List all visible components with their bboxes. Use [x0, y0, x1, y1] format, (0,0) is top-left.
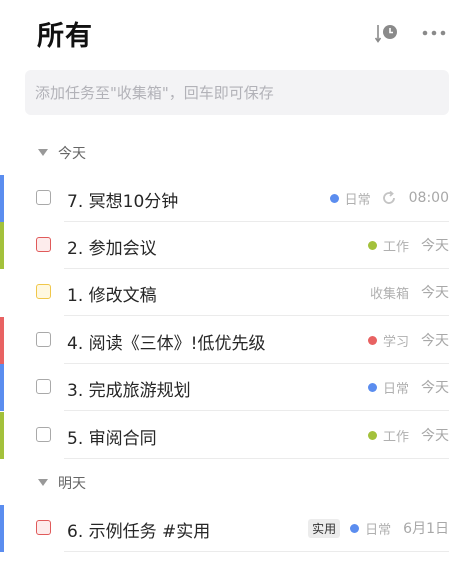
task-meta: 日常 今天 [367, 377, 449, 397]
task-title: 5. 审阅合同 [67, 429, 157, 449]
task-date: 今天 [421, 238, 449, 254]
more-button[interactable] [421, 20, 447, 46]
divider [64, 410, 449, 411]
task-date: 今天 [421, 428, 449, 444]
list-color-dot [367, 335, 377, 345]
task-meta: 日常 08:00 [329, 188, 449, 208]
task-meta: 工作 今天 [367, 235, 449, 255]
task-meta: 收集箱 今天 [370, 282, 449, 302]
task-title: 7. 冥想10分钟 [67, 192, 179, 212]
list-name: 学习 [382, 334, 409, 350]
task-title: 1. 修改文稿 [67, 286, 157, 306]
divider [64, 458, 449, 459]
divider [64, 315, 449, 316]
priority-bar [0, 412, 4, 459]
list-name: 工作 [382, 239, 409, 255]
task-checkbox[interactable] [36, 332, 51, 347]
priority-bar [0, 175, 4, 222]
task-date: 今天 [421, 285, 449, 301]
task-date: 08:00 [408, 190, 449, 206]
task-title: 3. 完成旅游规划 [67, 381, 191, 401]
section-label: 今天 [58, 146, 86, 162]
task-row[interactable]: 3. 完成旅游规划 日常 今天 [0, 364, 474, 411]
list-name: 工作 [382, 429, 409, 445]
more-horizontal-icon [422, 30, 446, 36]
task-checkbox[interactable] [36, 427, 51, 442]
list-name: 日常 [382, 381, 409, 397]
task-row[interactable]: 6. 示例任务 #实用 实用 日常 6月1日 [0, 505, 474, 552]
list-color-dot [367, 382, 377, 392]
section-label: 明天 [58, 476, 86, 492]
tag-badge[interactable]: 实用 [308, 518, 341, 538]
priority-bar [0, 364, 4, 411]
repeat-icon [381, 190, 397, 206]
task-row[interactable]: 5. 审阅合同 工作 今天 [0, 412, 474, 459]
task-row[interactable]: 2. 参加会议 工作 今天 [0, 222, 474, 269]
list-color-dot [367, 240, 377, 250]
task-date: 今天 [421, 380, 449, 396]
task-date: 今天 [421, 333, 449, 349]
list-name: 收集箱 [369, 286, 409, 302]
collapse-arrow-icon [38, 149, 48, 156]
divider [64, 551, 449, 552]
list-color-dot [329, 193, 339, 203]
header: 所有 [0, 0, 474, 66]
list-color-dot [350, 523, 360, 533]
task-meta: 工作 今天 [367, 425, 449, 445]
task-title: 2. 参加会议 [67, 239, 157, 259]
section-header-today[interactable]: 今天 [0, 141, 474, 165]
task-checkbox[interactable] [36, 379, 51, 394]
task-checkbox[interactable] [36, 190, 51, 205]
list-name: 日常 [365, 522, 392, 538]
priority-bar [0, 222, 4, 269]
page-title: 所有 [37, 21, 93, 52]
task-title: 4. 阅读《三体》!低优先级 [67, 334, 266, 354]
task-meta: 实用 日常 6月1日 [308, 518, 449, 538]
task-checkbox[interactable] [36, 237, 51, 252]
list-name: 日常 [344, 192, 371, 208]
add-task-input[interactable] [25, 70, 449, 115]
task-row[interactable]: 7. 冥想10分钟 日常 08:00 [0, 175, 474, 222]
list-color-dot [367, 430, 377, 440]
section-header-tomorrow[interactable]: 明天 [0, 471, 474, 495]
sort-button[interactable] [374, 20, 403, 46]
task-checkbox[interactable] [36, 520, 51, 535]
sort-by-time-icon [374, 25, 397, 43]
task-checkbox[interactable] [36, 284, 51, 299]
task-row[interactable]: 4. 阅读《三体》!低优先级 学习 今天 [0, 317, 474, 364]
task-title: 6. 示例任务 #实用 [67, 522, 211, 542]
task-row[interactable]: 1. 修改文稿 收集箱 今天 [0, 269, 474, 316]
collapse-arrow-icon [38, 479, 48, 486]
priority-bar [0, 317, 4, 364]
task-date: 6月1日 [403, 521, 449, 537]
priority-bar [0, 505, 4, 552]
task-meta: 学习 今天 [367, 330, 449, 350]
